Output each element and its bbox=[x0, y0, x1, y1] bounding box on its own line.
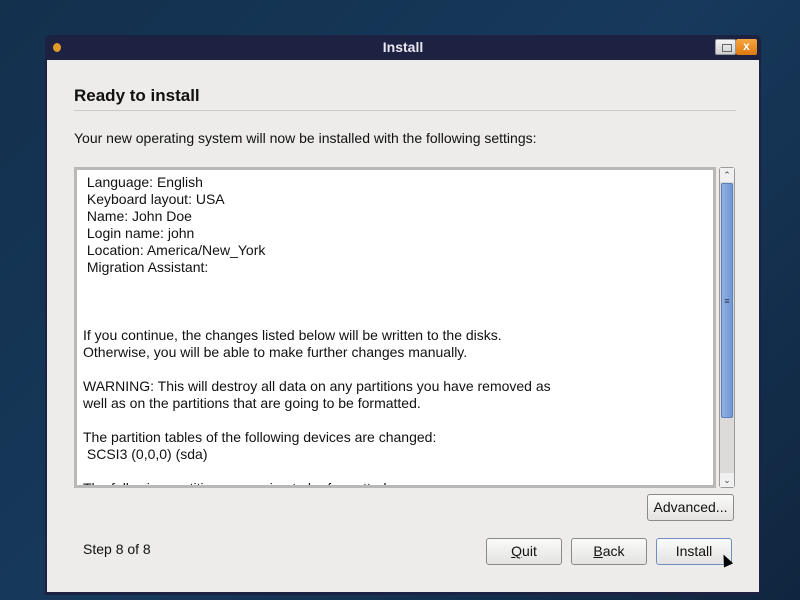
back-label: Back bbox=[593, 543, 625, 559]
window-title: Install bbox=[382, 39, 424, 55]
scroll-up-arrow-icon[interactable]: ⌃ bbox=[720, 168, 734, 182]
summary-line bbox=[83, 361, 707, 378]
summary-line: well as on the partitions that are going… bbox=[83, 395, 421, 411]
summary-line bbox=[83, 412, 707, 429]
back-button[interactable]: Back bbox=[571, 538, 647, 565]
summary-line: Otherwise, you will be able to make furt… bbox=[83, 344, 468, 360]
dialog-content: Ready to install Your new operating syst… bbox=[47, 60, 759, 592]
advanced-button[interactable]: Advanced... bbox=[647, 494, 734, 521]
title-bar[interactable]: Install x bbox=[45, 35, 761, 60]
summary-line: Login name: john bbox=[83, 225, 195, 241]
summary-text: Language: English Keyboard layout: USA N… bbox=[77, 170, 713, 488]
page-title: Ready to install bbox=[74, 86, 200, 105]
summary-line: The following partitions are going to be… bbox=[83, 480, 391, 488]
install-window: Install x Ready to install Your new oper… bbox=[45, 35, 761, 595]
window-menu-icon[interactable] bbox=[53, 43, 61, 52]
vertical-scrollbar[interactable]: ⌃ ≡ ⌄ bbox=[719, 167, 735, 488]
step-indicator: Step 8 of 8 bbox=[83, 541, 151, 557]
summary-line: Keyboard layout: USA bbox=[83, 191, 225, 207]
summary-line: Location: America/New_York bbox=[83, 242, 266, 258]
summary-line: Name: John Doe bbox=[83, 208, 192, 224]
scroll-down-arrow-icon[interactable]: ⌄ bbox=[720, 473, 734, 487]
summary-line bbox=[83, 276, 707, 293]
close-button[interactable]: x bbox=[736, 39, 757, 55]
divider bbox=[74, 110, 736, 111]
scroll-thumb[interactable]: ≡ bbox=[721, 183, 733, 418]
summary-line: If you continue, the changes listed belo… bbox=[83, 327, 502, 343]
intro-text: Your new operating system will now be in… bbox=[74, 130, 537, 146]
summary-line: Migration Assistant: bbox=[83, 259, 209, 275]
summary-line: WARNING: This will destroy all data on a… bbox=[83, 378, 551, 394]
summary-line: Language: English bbox=[83, 174, 203, 190]
summary-textview[interactable]: Language: English Keyboard layout: USA N… bbox=[74, 167, 716, 488]
summary-line bbox=[83, 463, 707, 480]
summary-line bbox=[83, 293, 707, 310]
summary-line: SCSI3 (0,0,0) (sda) bbox=[83, 446, 208, 462]
quit-button[interactable]: Quit bbox=[486, 538, 562, 565]
maximize-button[interactable] bbox=[715, 39, 736, 55]
quit-label: Quit bbox=[511, 543, 537, 559]
summary-line: The partition tables of the following de… bbox=[83, 429, 437, 445]
summary-line bbox=[83, 310, 707, 327]
